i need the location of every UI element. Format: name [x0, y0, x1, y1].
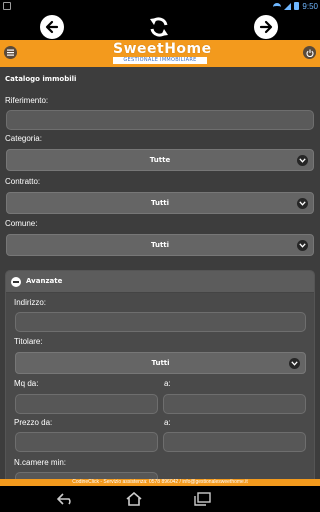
arrow-right-icon: [259, 20, 273, 34]
contratto-select[interactable]: Tutti: [6, 192, 314, 214]
battery-icon: [294, 2, 300, 10]
contratto-value: Tutti: [150, 199, 170, 207]
comune-label: Comune:: [5, 219, 38, 228]
titolare-label: Titolare:: [14, 337, 43, 346]
power-icon: [305, 49, 314, 57]
categoria-label: Categoria:: [5, 134, 42, 143]
signal-icon: [284, 2, 292, 10]
top-navigation: [0, 12, 320, 40]
system-navigation: [0, 486, 320, 512]
system-back-button[interactable]: [56, 490, 76, 508]
comune-select[interactable]: Tutti: [6, 234, 314, 256]
camere-label: N.camere min:: [14, 458, 67, 467]
menu-button[interactable]: [4, 46, 17, 59]
page-title: Catalogo immobili: [5, 75, 77, 83]
back-button[interactable]: [40, 15, 64, 39]
power-button[interactable]: [303, 46, 316, 59]
contratto-label: Contratto:: [5, 177, 41, 186]
advanced-toggle[interactable]: Avanzate: [6, 271, 314, 293]
chevron-down-icon: [297, 155, 308, 166]
logo-title: SweetHome: [113, 41, 212, 57]
notification-icon: [3, 2, 11, 10]
system-home-button[interactable]: [124, 490, 144, 508]
chevron-down-icon: [297, 198, 308, 209]
advanced-title: Avanzate: [26, 277, 63, 285]
search-form: Catalogo immobili Riferimento: Categoria…: [0, 67, 320, 479]
footer-info: CodineClick - Servizio assistenza: 0578 …: [0, 479, 320, 486]
mq-da-label: Mq da:: [14, 379, 39, 388]
wifi-icon: [273, 2, 282, 10]
categoria-value: Tutte: [149, 156, 171, 164]
status-time: 9:50: [302, 1, 318, 11]
system-recents-button[interactable]: [192, 490, 212, 508]
status-bar: 9:50: [0, 0, 320, 12]
system-back-icon: [57, 493, 71, 505]
titolare-value: Tutti: [151, 359, 170, 367]
forward-button[interactable]: [254, 15, 278, 39]
status-icons: 9:50: [273, 0, 318, 12]
logo-subtitle: GESTIONALE IMMOBILIARE: [113, 57, 207, 64]
prezzo-a-field[interactable]: [163, 432, 306, 452]
app-header: SweetHome GESTIONALE IMMOBILIARE: [0, 40, 320, 67]
arrow-left-icon: [45, 20, 59, 34]
advanced-panel: Avanzate Indirizzo: Titolare: Tutti Mq d…: [5, 270, 315, 479]
prezzo-da-field[interactable]: [15, 432, 158, 452]
riferimento-label: Riferimento:: [5, 96, 49, 105]
mq-da-field[interactable]: [15, 394, 158, 414]
recents-icon: [194, 492, 211, 506]
minus-icon: [11, 277, 21, 287]
riferimento-field[interactable]: [6, 110, 314, 130]
mq-a-label: a:: [164, 379, 171, 388]
mq-a-field[interactable]: [163, 394, 306, 414]
categoria-select[interactable]: Tutte: [6, 149, 314, 171]
indirizzo-field[interactable]: [15, 312, 306, 332]
camere-field[interactable]: [15, 472, 158, 479]
titolare-select[interactable]: Tutti: [15, 352, 306, 374]
prezzo-da-label: Prezzo da:: [14, 418, 53, 427]
prezzo-a-label: a:: [164, 418, 171, 427]
home-icon: [126, 492, 142, 506]
chevron-down-icon: [297, 240, 308, 251]
indirizzo-label: Indirizzo:: [14, 298, 47, 307]
refresh-button[interactable]: [147, 15, 171, 39]
chevron-down-icon: [289, 358, 300, 369]
comune-value: Tutti: [150, 241, 170, 249]
app-logo: SweetHome GESTIONALE IMMOBILIARE: [113, 41, 212, 65]
refresh-icon: [150, 17, 168, 37]
menu-icon: [7, 49, 14, 56]
